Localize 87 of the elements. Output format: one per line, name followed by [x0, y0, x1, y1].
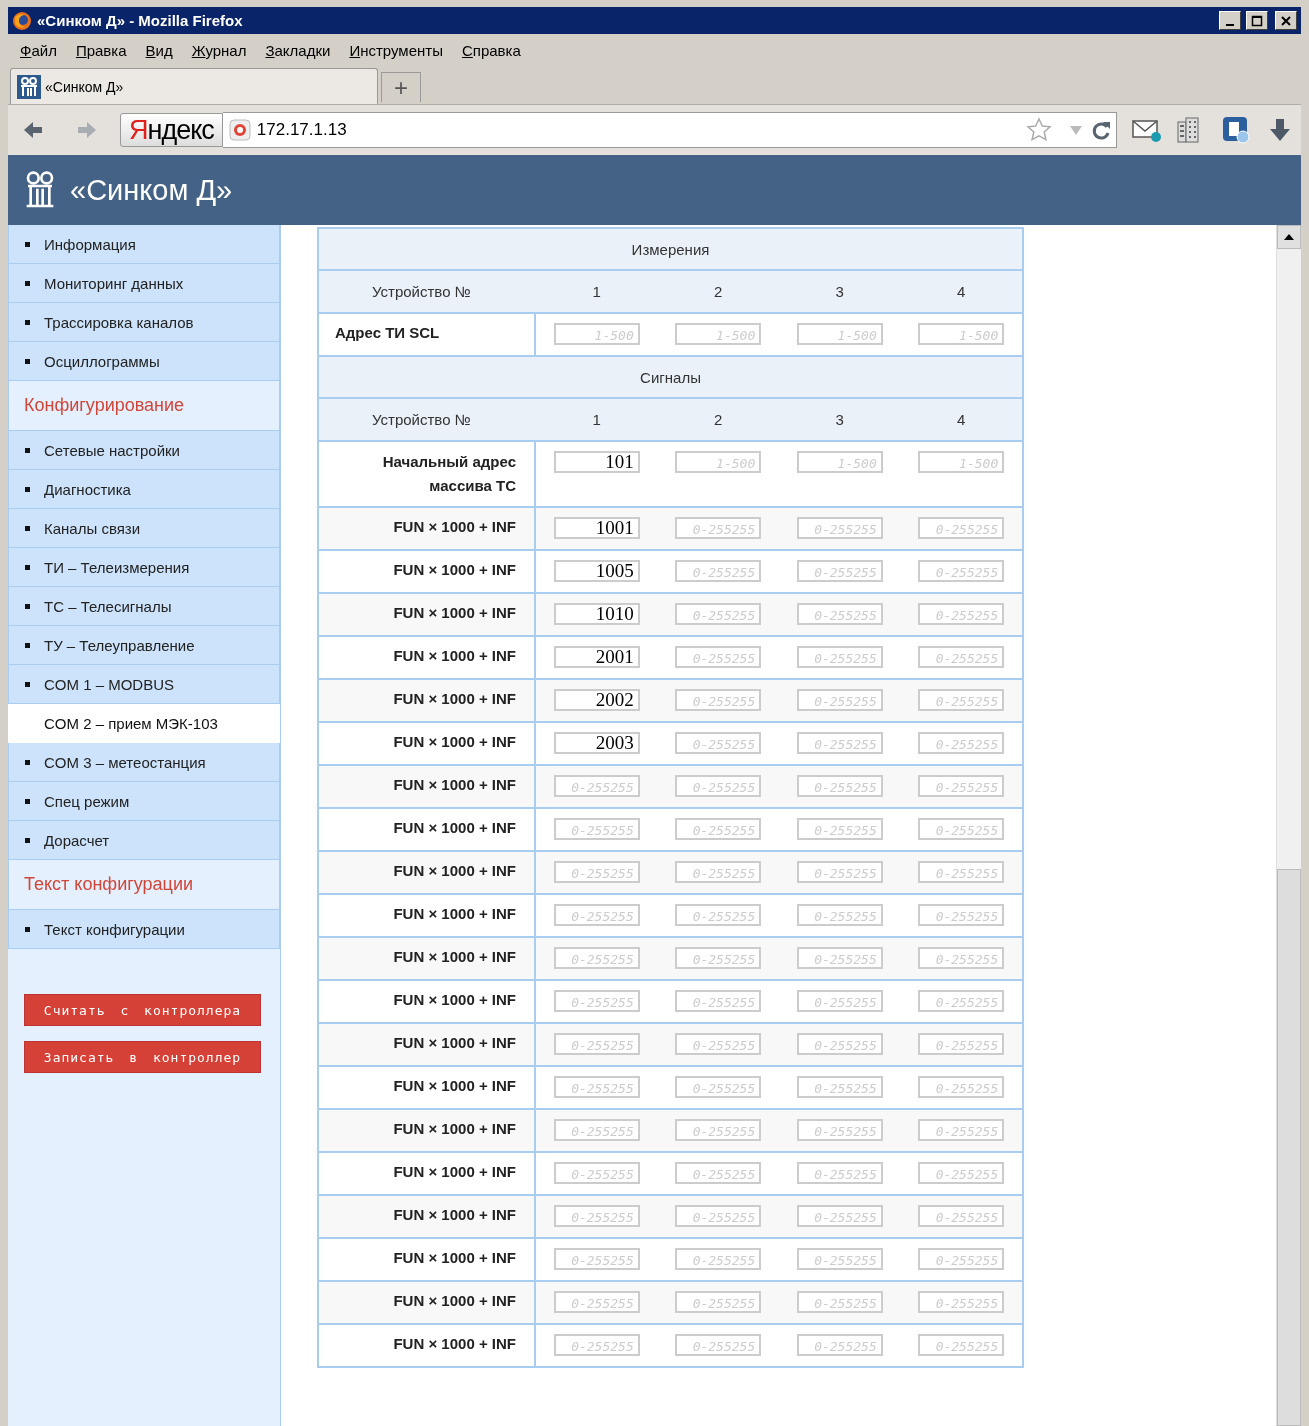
sidebar-item[interactable]: Мониторинг данных — [8, 264, 280, 303]
input-field[interactable]: 2001 — [553, 646, 640, 668]
sidebar-item[interactable]: Сетевые настройки — [8, 431, 280, 470]
sidebar-item[interactable]: Осциллограммы — [8, 342, 280, 381]
bullet-icon — [25, 837, 30, 843]
url-text: 172.17.1.13 — [256, 120, 348, 140]
column-header: 3 — [834, 411, 845, 428]
input-field[interactable]: 2002 — [553, 689, 640, 711]
building-icon[interactable] — [1175, 116, 1201, 144]
bullet-icon — [25, 642, 30, 648]
input-field[interactable]: 2003 — [553, 732, 640, 754]
bullet-icon — [25, 926, 30, 932]
section-title: Измерения — [631, 240, 710, 258]
star-icon[interactable] — [1026, 117, 1052, 143]
sidebar-item[interactable]: COM 3 – метеостанция — [8, 743, 280, 782]
menu-item[interactable]: Инструменты — [341, 41, 454, 59]
app-title: «Синком Д» — [70, 173, 233, 207]
column-header: 2 — [713, 411, 724, 428]
menu-item[interactable]: Журнал — [183, 41, 258, 59]
search-engine-button[interactable]: Яндекс — [120, 113, 223, 147]
menu-item[interactable]: Вид — [137, 41, 184, 59]
sidebar-item[interactable]: Текст конфигурации — [8, 910, 280, 949]
menu-item[interactable]: Правка — [67, 41, 138, 59]
sidebar-item[interactable]: COM 2 – прием МЭК-103 — [8, 704, 280, 743]
section-title: Сигналы — [640, 368, 701, 386]
action-button[interactable]: Считать с контроллера — [24, 994, 261, 1026]
close-button[interactable] — [1275, 11, 1297, 30]
sidebar-item[interactable]: COM 1 – MODBUS — [8, 665, 280, 704]
window-title: «Синком Д» - Mozilla Firefox — [37, 12, 244, 29]
minimize-icon — [1226, 23, 1234, 26]
document-icon[interactable] — [1221, 115, 1251, 145]
bullet-icon — [25, 358, 30, 364]
bullet-icon — [25, 241, 30, 247]
new-tab-button[interactable]: + — [381, 72, 421, 102]
bullet-icon — [25, 280, 30, 286]
column-header: 1 — [591, 411, 602, 428]
input-field[interactable]: 101 — [553, 451, 640, 473]
sidebar-item[interactable]: Трассировка каналов — [8, 303, 280, 342]
address-bar[interactable]: 172.17.1.13 — [222, 112, 1117, 148]
scrollbar-thumb[interactable] — [1277, 869, 1301, 1426]
bullet-icon — [25, 798, 30, 804]
browser-tab[interactable]: «Синком Д» — [10, 68, 378, 104]
bullet-icon — [25, 603, 30, 609]
maximize-button[interactable] — [1246, 11, 1268, 30]
sidebar-item[interactable]: Каналы связи — [8, 509, 280, 548]
site-icon — [228, 119, 251, 141]
close-icon — [1280, 14, 1292, 27]
tab-label: «Синком Д» — [45, 78, 124, 95]
up-arrow-icon — [1284, 234, 1294, 240]
bullet-icon — [25, 525, 30, 531]
sidebar-item[interactable]: Спец режим — [8, 782, 280, 821]
column-header: 3 — [834, 283, 845, 300]
sidebar-item[interactable]: Диагностика — [8, 470, 280, 509]
sidebar-item[interactable]: ТС – Телесигналы — [8, 587, 280, 626]
menu-item[interactable]: Закладки — [257, 41, 342, 59]
bullet-icon — [25, 564, 30, 570]
menu-item[interactable]: Файл — [12, 41, 68, 59]
bullet-icon — [25, 759, 30, 765]
bullet-icon — [25, 447, 30, 453]
scroll-up-button[interactable] — [1277, 225, 1301, 249]
sidebar-item[interactable]: Дорасчет — [8, 821, 280, 860]
sidebar-heading: Конфигурирование — [8, 381, 280, 431]
reload-icon[interactable] — [1090, 119, 1112, 141]
sidebar-heading: Текст конфигурации — [8, 860, 280, 910]
building-icon — [17, 74, 41, 99]
action-button[interactable]: Записать в контроллер — [24, 1041, 261, 1073]
bullet-icon — [25, 681, 30, 687]
sidebar-item[interactable]: ТИ – Телеизмерения — [8, 548, 280, 587]
column-header: 2 — [713, 283, 724, 300]
bullet-icon — [25, 319, 30, 325]
column-header: Устройство № — [371, 411, 472, 428]
column-header: Устройство № — [371, 283, 472, 300]
column-header: 4 — [956, 411, 967, 428]
bullet-icon — [25, 486, 30, 492]
sidebar-item[interactable]: ТУ – Телеуправление — [8, 626, 280, 665]
browser-logo-icon — [12, 10, 32, 31]
maximize-icon — [1251, 14, 1263, 27]
row-label: FUN × 1000 + INF — [319, 1325, 536, 1366]
input-field[interactable]: 1001 — [553, 517, 640, 539]
input-field[interactable]: 1005 — [553, 560, 640, 582]
column-header: 1 — [591, 283, 602, 300]
app-logo-icon — [24, 170, 56, 210]
column-header: 4 — [956, 283, 967, 300]
minimize-button[interactable] — [1219, 11, 1241, 30]
input-field[interactable]: 1010 — [553, 603, 640, 625]
menu-item[interactable]: Справка — [453, 41, 532, 59]
sidebar-item[interactable]: Информация — [8, 225, 280, 264]
